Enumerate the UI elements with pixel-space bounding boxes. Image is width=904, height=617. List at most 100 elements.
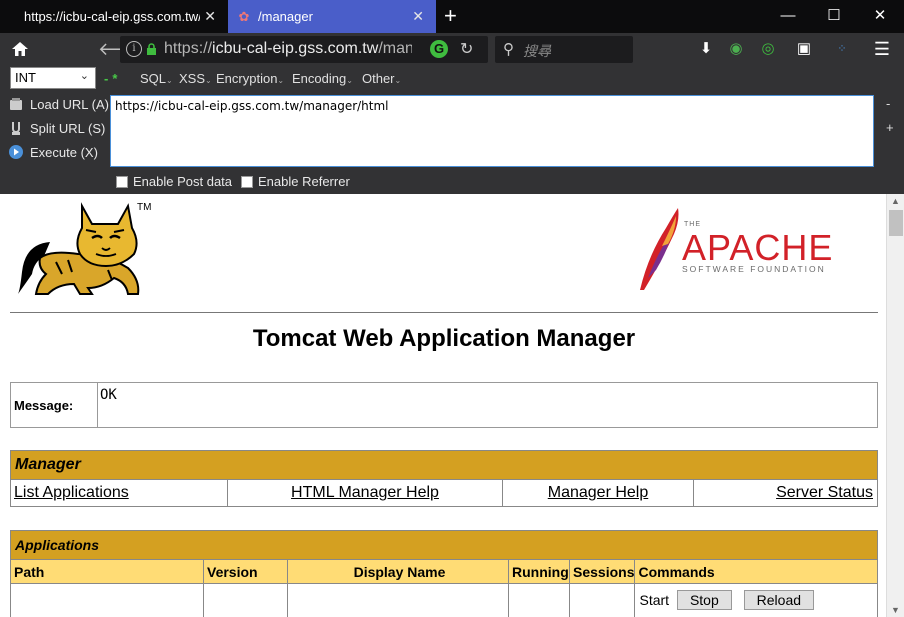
column-sessions: Sessions [568, 559, 636, 584]
applications-table: Applications Path Version Display Name R… [10, 530, 878, 617]
tab-manager[interactable]: ✿ /manager ✕ [228, 0, 436, 33]
hackbar-toggle-icon[interactable]: -* [104, 71, 121, 86]
menu-encryption[interactable]: Encryption⌄ [216, 71, 284, 86]
menu-encoding[interactable]: Encoding⌄ [292, 71, 353, 86]
scroll-up-icon[interactable]: ▲ [891, 196, 900, 206]
download-icon[interactable]: ⬇ [696, 39, 716, 59]
tomcat-favicon-icon: ✿ [238, 8, 250, 24]
minimize-icon[interactable]: — [778, 6, 798, 26]
sidebar-icon[interactable]: ▣ [794, 39, 814, 59]
html-manager-help-cell: HTML Manager Help [227, 479, 503, 507]
menu-sql[interactable]: SQL⌄ [140, 71, 173, 86]
hamburger-menu-icon[interactable]: ☰ [872, 39, 892, 59]
hackbar-panel: INT ⌄ -* SQL⌄ XSS⌄ Encryption⌄ Encoding⌄… [0, 66, 904, 194]
message-label: Message: [10, 382, 98, 428]
apache-name-label: APACHE [682, 227, 833, 268]
browser-window: https://icbu-cal-eip.gss.com.tw/ ✕ ✿ /ma… [0, 0, 904, 617]
load-url-icon [10, 98, 22, 110]
expand-button[interactable]: + [886, 120, 894, 135]
page-scrollbar[interactable]: ▲ ▼ [886, 194, 904, 617]
commands-cell: Start Stop Reload [634, 583, 878, 617]
search-placeholder: 搜尋 [523, 43, 551, 59]
sessions-cell [568, 583, 636, 617]
load-url-button[interactable]: Load URL (A) [8, 94, 109, 114]
menu-other[interactable]: Other⌄ [362, 71, 401, 86]
message-value: OK [97, 382, 878, 428]
maximize-icon[interactable]: ☐ [824, 6, 844, 26]
new-tab-icon[interactable]: + [444, 3, 457, 29]
divider [10, 312, 878, 313]
html-manager-help-link[interactable]: HTML Manager Help [291, 484, 439, 501]
stop-button[interactable]: Stop [676, 590, 732, 610]
split-url-label: Split URL (S) [30, 120, 106, 136]
tab-icbu[interactable]: https://icbu-cal-eip.gss.com.tw/ ✕ [0, 0, 228, 33]
server-status-cell: Server Status [693, 479, 878, 507]
nav-bar: 🡐 i https://icbu-cal-eip.gss.com.tw/mana… [0, 33, 904, 66]
split-url-icon [12, 122, 20, 135]
execute-button[interactable]: Execute (X) [8, 142, 98, 162]
checkbox-box[interactable] [116, 175, 128, 188]
column-version: Version [203, 559, 288, 584]
close-window-icon[interactable]: ✕ [870, 6, 890, 26]
path-cell [10, 583, 204, 617]
menu-xss[interactable]: XSS⌄ [179, 71, 212, 86]
load-url-label: Load URL (A) [30, 96, 109, 112]
manager-table: Manager List Applications HTML Manager H… [10, 450, 878, 507]
manager-help-link[interactable]: Manager Help [548, 484, 649, 501]
scroll-down-icon[interactable]: ▼ [891, 605, 900, 615]
execute-icon [9, 145, 23, 159]
list-applications-link[interactable]: List Applications [14, 484, 129, 501]
running-cell [508, 583, 570, 617]
url-bar[interactable]: i https://icbu-cal-eip.gss.com.tw/manag … [120, 36, 488, 63]
reload-icon[interactable]: ↻ [460, 39, 473, 59]
column-commands: Commands [634, 559, 878, 584]
message-table: Message: OK [10, 382, 878, 428]
search-icon: ⚲ [503, 41, 514, 58]
lock-icon [147, 43, 156, 55]
page-content: TM THE APACHE SOFTWARE FOUNDATION Tomcat… [0, 194, 886, 617]
search-box[interactable]: ⚲ 搜尋 [495, 36, 633, 63]
version-cell [203, 583, 288, 617]
extension-icon[interactable]: ◉ [726, 39, 746, 59]
page-title: Tomcat Web Application Manager [252, 325, 636, 352]
ublock-icon[interactable]: ◎ [758, 39, 778, 59]
encoding-select[interactable]: INT ⌄ [10, 67, 96, 89]
display-name-cell [287, 583, 509, 617]
column-path: Path [10, 559, 204, 584]
table-row: Start Stop Reload [10, 583, 878, 617]
trademark-label: TM [137, 202, 151, 213]
checkbox-box[interactable] [241, 175, 253, 188]
close-tab-icon[interactable]: ✕ [204, 8, 216, 25]
shrink-button[interactable]: - [886, 96, 890, 111]
hackbar-url-textarea[interactable]: https://icbu-cal-eip.gss.com.tw/manager/… [110, 95, 874, 167]
tomcat-logo: TM [18, 202, 151, 295]
chevron-down-icon: ⌄ [79, 70, 89, 82]
enable-post-checkbox[interactable]: Enable Post data [116, 174, 232, 189]
list-applications-cell: List Applications [10, 479, 228, 507]
grammarly-icon[interactable]: G [430, 40, 448, 58]
manager-heading: Manager [10, 450, 878, 480]
column-running: Running [508, 559, 570, 584]
column-display-name: Display Name [287, 559, 509, 584]
encoding-select-value: INT [15, 70, 36, 85]
extension-dots-icon[interactable]: ⁘ [832, 39, 852, 59]
home-icon[interactable] [10, 39, 30, 59]
close-tab-icon[interactable]: ✕ [412, 8, 424, 25]
start-label: Start [639, 592, 670, 608]
url-text: https://icbu-cal-eip.gss.com.tw/manag [164, 40, 412, 57]
split-url-button[interactable]: Split URL (S) [8, 118, 105, 138]
reload-button[interactable]: Reload [743, 590, 815, 610]
scrollbar-thumb[interactable] [889, 210, 903, 236]
apache-logo: THE APACHE SOFTWARE FOUNDATION [640, 208, 833, 290]
tab-label: /manager [258, 9, 313, 24]
tab-label: https://icbu-cal-eip.gss.com.tw/ [24, 9, 200, 24]
server-status-link[interactable]: Server Status [776, 484, 873, 501]
execute-label: Execute (X) [30, 144, 98, 160]
apache-sub-label: SOFTWARE FOUNDATION [682, 264, 826, 274]
back-arrow-icon[interactable]: 🡐 [98, 38, 146, 60]
tab-bar: https://icbu-cal-eip.gss.com.tw/ ✕ ✿ /ma… [0, 0, 904, 33]
enable-referrer-checkbox[interactable]: Enable Referrer [241, 174, 350, 189]
manager-help-cell: Manager Help [502, 479, 694, 507]
info-icon[interactable]: i [126, 41, 142, 57]
applications-heading: Applications [10, 530, 878, 560]
